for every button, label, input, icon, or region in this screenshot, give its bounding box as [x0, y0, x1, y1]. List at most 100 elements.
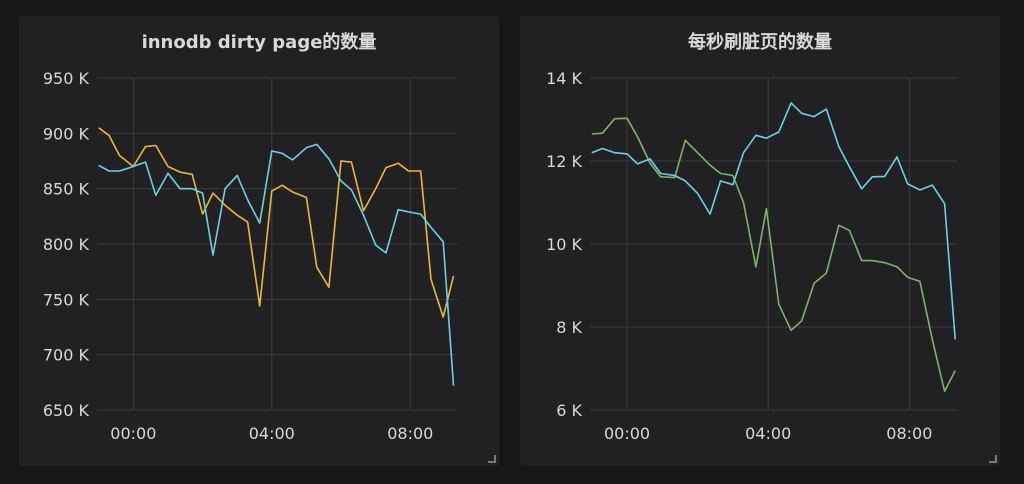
data-point[interactable] [870, 258, 875, 263]
data-point[interactable] [349, 160, 354, 165]
data-point[interactable] [612, 116, 617, 121]
data-point[interactable] [373, 186, 378, 191]
data-point[interactable] [859, 258, 864, 263]
data-point[interactable] [200, 212, 205, 217]
data-point[interactable] [429, 225, 434, 230]
data-point[interactable] [882, 174, 887, 179]
data-point[interactable] [210, 191, 215, 196]
data-point[interactable] [223, 203, 228, 208]
data-point[interactable] [776, 129, 781, 134]
data-point[interactable] [635, 161, 640, 166]
data-point[interactable] [418, 212, 423, 217]
data-point[interactable] [789, 328, 794, 333]
data-point[interactable] [625, 151, 630, 156]
data-point[interactable] [836, 144, 841, 149]
data-point[interactable] [683, 138, 688, 143]
data-point[interactable] [635, 134, 640, 139]
data-point[interactable] [429, 277, 434, 282]
data-point[interactable] [824, 107, 829, 112]
data-point[interactable] [326, 156, 331, 161]
data-point[interactable] [953, 337, 958, 342]
data-point[interactable] [836, 223, 841, 228]
data-point[interactable] [210, 253, 215, 258]
data-point[interactable] [384, 250, 389, 255]
data-point[interactable] [153, 143, 158, 148]
data-point[interactable] [373, 243, 378, 248]
data-point[interactable] [753, 133, 758, 138]
data-point[interactable] [612, 150, 617, 155]
data-point[interactable] [269, 149, 274, 154]
data-point[interactable] [859, 186, 864, 191]
data-point[interactable] [290, 189, 295, 194]
data-point[interactable] [117, 168, 122, 173]
data-point[interactable] [200, 191, 205, 196]
series-line-0[interactable] [98, 127, 455, 318]
data-point[interactable] [625, 116, 630, 121]
data-point[interactable] [280, 151, 285, 156]
data-point[interactable] [776, 302, 781, 307]
series-line-1[interactable] [98, 143, 455, 386]
data-point[interactable] [441, 315, 446, 320]
data-point[interactable] [178, 186, 183, 191]
data-point[interactable] [304, 145, 309, 150]
data-point[interactable] [882, 260, 887, 265]
resize-handle[interactable] [989, 455, 997, 463]
data-point[interactable] [304, 195, 309, 200]
data-point[interactable] [153, 193, 158, 198]
data-point[interactable] [764, 136, 769, 141]
data-point[interactable] [812, 281, 817, 286]
data-point[interactable] [290, 157, 295, 162]
resize-handle[interactable] [488, 455, 496, 463]
data-point[interactable] [117, 153, 122, 158]
data-point[interactable] [269, 188, 274, 193]
data-point[interactable] [917, 188, 922, 193]
data-point[interactable] [812, 114, 817, 119]
data-point[interactable] [223, 186, 228, 191]
data-point[interactable] [190, 172, 195, 177]
data-point[interactable] [799, 318, 804, 323]
data-point[interactable] [847, 228, 852, 233]
data-point[interactable] [257, 303, 262, 308]
data-point[interactable] [707, 163, 712, 168]
data-point[interactable] [451, 383, 456, 388]
data-point[interactable] [942, 389, 947, 394]
data-point[interactable] [245, 219, 250, 224]
data-point[interactable] [178, 170, 183, 175]
data-point[interactable] [718, 178, 723, 183]
data-point[interactable] [764, 206, 769, 211]
data-point[interactable] [96, 163, 101, 168]
data-point[interactable] [339, 159, 344, 164]
data-point[interactable] [718, 171, 723, 176]
data-point[interactable] [905, 181, 910, 186]
data-point[interactable] [441, 239, 446, 244]
series-line-0[interactable] [591, 117, 956, 393]
data-point[interactable] [589, 150, 594, 155]
data-point[interactable] [683, 178, 688, 183]
data-point[interactable] [589, 132, 594, 137]
data-point[interactable] [451, 274, 456, 279]
data-point[interactable] [280, 183, 285, 188]
data-point[interactable] [326, 285, 331, 290]
data-point[interactable] [930, 337, 935, 342]
data-point[interactable] [339, 178, 344, 183]
data-point[interactable] [695, 191, 700, 196]
data-point[interactable] [384, 165, 389, 170]
data-point[interactable] [143, 160, 148, 165]
data-point[interactable] [730, 182, 735, 187]
data-point[interactable] [396, 207, 401, 212]
data-point[interactable] [741, 150, 746, 155]
data-point[interactable] [127, 165, 132, 170]
data-point[interactable] [600, 131, 605, 136]
data-point[interactable] [165, 164, 170, 169]
data-point[interactable] [235, 173, 240, 178]
data-point[interactable] [789, 100, 794, 105]
data-point[interactable] [107, 168, 112, 173]
data-point[interactable] [96, 125, 101, 130]
data-point[interactable] [107, 133, 112, 138]
data-point[interactable] [396, 161, 401, 166]
data-point[interactable] [257, 220, 262, 225]
data-point[interactable] [870, 174, 875, 179]
data-point[interactable] [600, 146, 605, 151]
data-point[interactable] [847, 164, 852, 169]
data-point[interactable] [942, 201, 947, 206]
